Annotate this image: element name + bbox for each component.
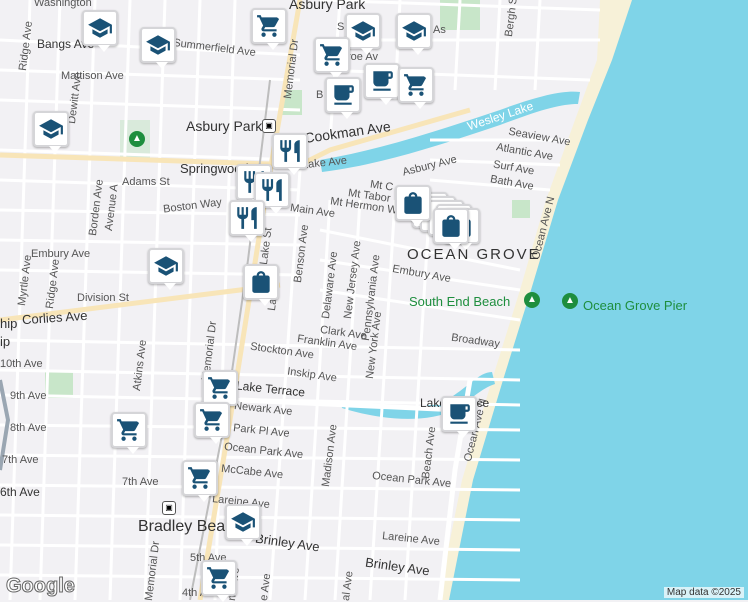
label-hip: hip: [0, 316, 18, 331]
label-7th-ave: 7th Ave: [2, 454, 39, 466]
school-marker[interactable]: [33, 111, 69, 153]
label-s-as: S: [337, 21, 345, 33]
shopping-icon: [188, 467, 211, 489]
store-marker[interactable]: [395, 185, 431, 227]
shopping-icon: [257, 15, 280, 37]
shopping-icon: [207, 567, 230, 589]
label-adams-st: Adams St: [122, 176, 170, 188]
train-station-icon[interactable]: ▣: [262, 119, 276, 133]
label-ocean-grove: OCEAN GROVE: [407, 246, 541, 263]
school-icon: [154, 256, 178, 276]
label-asbury-park-top: Asbury Park: [289, 0, 366, 12]
park-icon[interactable]: ▲: [524, 292, 540, 308]
store-icon: [252, 271, 270, 293]
store-marker[interactable]: [243, 264, 279, 306]
school-icon: [88, 18, 112, 38]
store-marker[interactable]: [433, 208, 469, 250]
park-icon[interactable]: ▲: [562, 293, 578, 309]
label-division-st: Division St: [77, 292, 129, 304]
school-marker[interactable]: [140, 27, 176, 69]
shopping-cart-marker[interactable]: [201, 560, 237, 602]
restaurant-icon: [237, 207, 257, 229]
school-marker[interactable]: [225, 504, 261, 546]
restaurant-icon: [262, 179, 282, 201]
label-10th-ave: 10th Ave: [0, 358, 43, 370]
label-ip: ip: [0, 334, 11, 349]
school-marker[interactable]: [345, 13, 381, 55]
shopping-cart-marker[interactable]: [314, 37, 350, 79]
label-ocean-grove-pier: Ocean Grove Pier: [583, 298, 688, 313]
shopping-icon: [320, 44, 343, 66]
shopping-icon: [117, 419, 140, 441]
cafe-icon: [450, 404, 470, 424]
restaurant-marker[interactable]: [229, 200, 265, 242]
cafe-icon: [373, 71, 393, 91]
shopping-cart-marker[interactable]: [398, 67, 434, 109]
train-station-icon[interactable]: ▣: [162, 501, 176, 515]
school-icon: [39, 119, 63, 139]
school-marker[interactable]: [396, 13, 432, 55]
shopping-icon: [208, 377, 231, 399]
cafe-marker[interactable]: [441, 396, 477, 438]
label-south-end-beach: South End Beach: [409, 294, 511, 309]
label-asbury-park: Asbury Park: [186, 118, 263, 134]
label-7th-ave2: 7th Ave: [122, 476, 159, 488]
shopping-cart-marker[interactable]: [194, 402, 230, 444]
school-marker[interactable]: [148, 248, 184, 290]
map-attribution[interactable]: Map data ©2025: [663, 587, 744, 598]
store-icon: [404, 192, 422, 214]
shopping-cart-marker[interactable]: [182, 460, 218, 502]
shopping-cart-marker[interactable]: [111, 412, 147, 454]
label-b-e: B: [316, 89, 324, 101]
label-8th-ave: 8th Ave: [10, 422, 47, 434]
cafe-icon: [334, 85, 354, 105]
restaurant-icon: [280, 140, 300, 162]
park-icon[interactable]: ▲: [129, 131, 145, 147]
google-logo: Google: [6, 575, 76, 598]
restaurant-marker[interactable]: [272, 133, 308, 175]
school-icon: [146, 35, 170, 55]
label-6th-ave: 6th Ave: [0, 485, 40, 499]
cafe-marker[interactable]: [325, 77, 361, 119]
school-icon: [231, 512, 255, 532]
store-icon: [442, 215, 460, 237]
shopping-icon: [200, 409, 223, 431]
label-embury-ave: Embury Ave: [31, 248, 91, 260]
shopping-icon: [404, 74, 427, 96]
school-icon: [402, 21, 426, 41]
shopping-cart-marker[interactable]: [202, 370, 238, 412]
shopping-cart-marker[interactable]: [251, 8, 287, 50]
label-washington: Washington: [34, 0, 92, 9]
school-marker[interactable]: [82, 10, 118, 52]
label-9th-ave: 9th Ave: [10, 390, 47, 402]
school-icon: [351, 21, 375, 41]
cafe-marker[interactable]: [364, 63, 400, 105]
label-as: As: [433, 24, 446, 36]
